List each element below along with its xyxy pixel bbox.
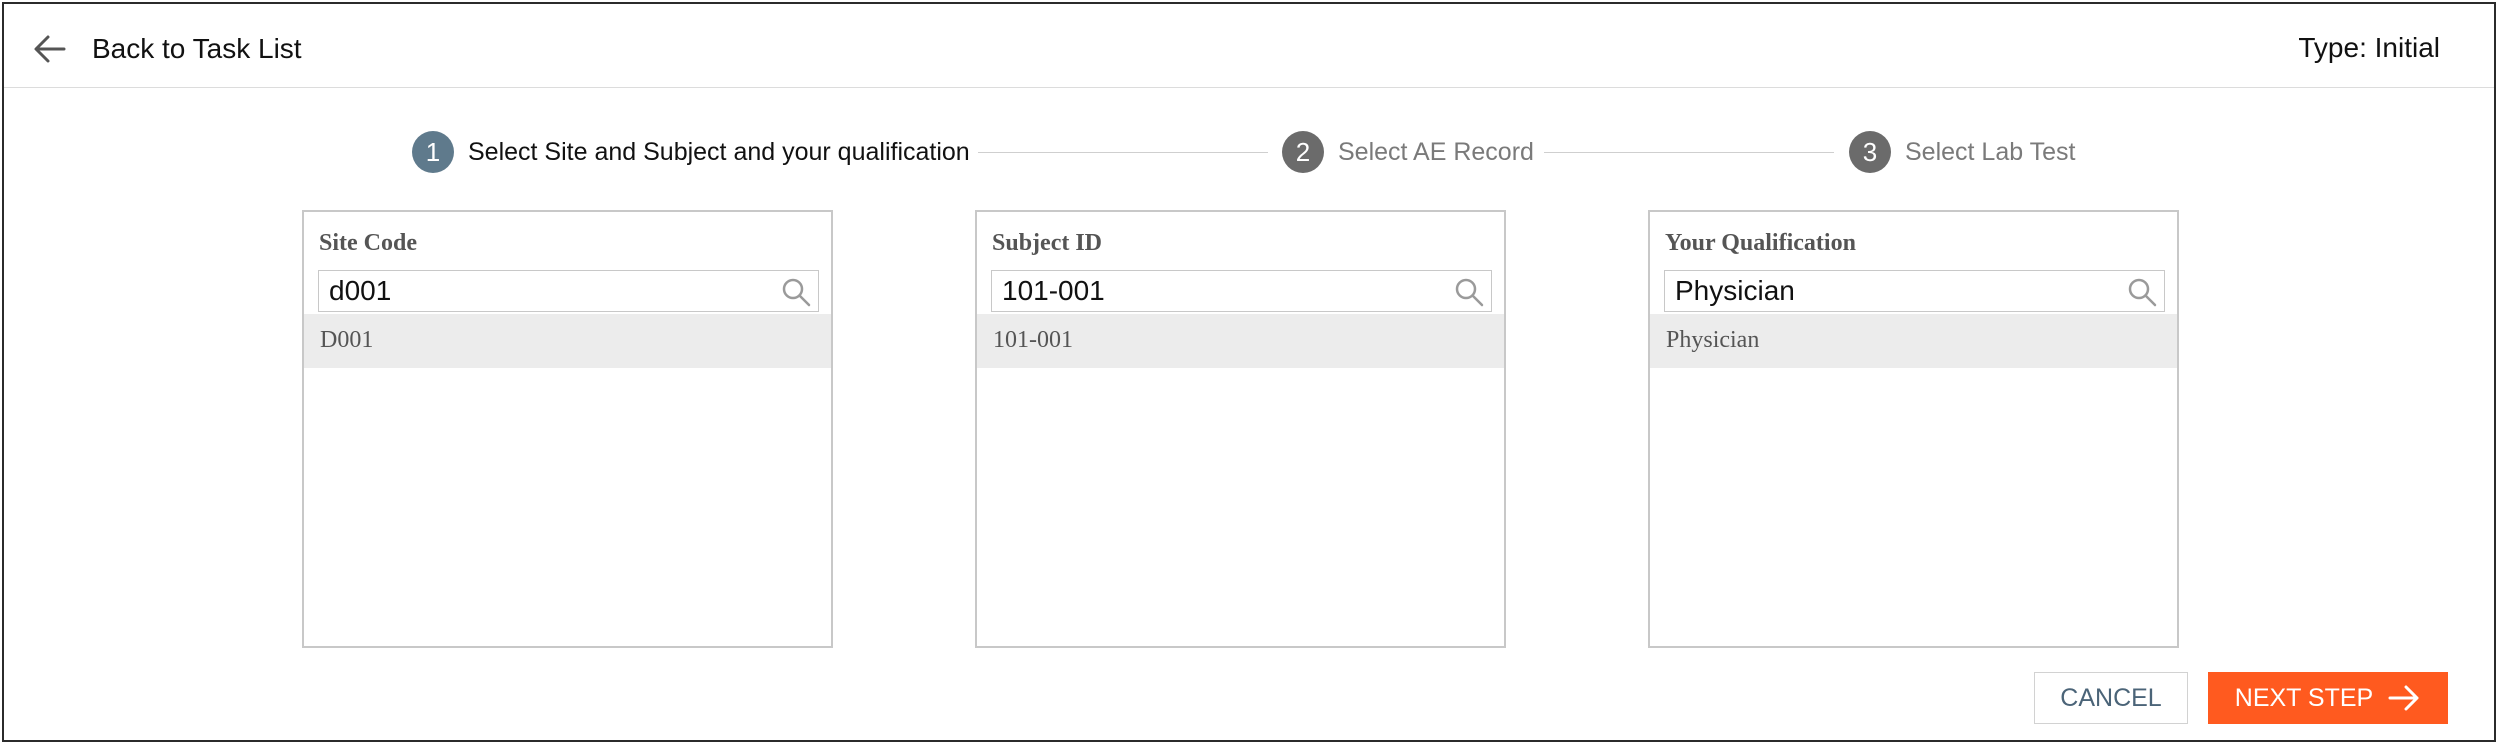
next-step-label: NEXT STEP xyxy=(2234,683,2374,712)
type-label: Type: Initial xyxy=(2298,32,2440,63)
result-label: Physician xyxy=(1666,327,1760,353)
next-step-button[interactable]: NEXT STEP xyxy=(2208,672,2448,724)
back-label: Back to Task List xyxy=(92,33,302,64)
app-window: Back to Task List Type: Initial 1 Select… xyxy=(2,2,2496,742)
step-number: 3 xyxy=(1849,131,1891,173)
cancel-label: CANCEL xyxy=(2060,683,2162,712)
qualification-search xyxy=(1664,270,2165,312)
step-label: Select AE Record xyxy=(1338,137,1534,166)
site-code-search xyxy=(318,270,819,312)
step-number: 1 xyxy=(412,131,454,173)
qualification-search-input[interactable] xyxy=(1665,271,2115,311)
step-1: 1 Select Site and Subject and your quali… xyxy=(412,128,970,176)
stepper: 1 Select Site and Subject and your quali… xyxy=(4,128,2494,176)
list-item[interactable]: D001 xyxy=(304,314,831,368)
list-item[interactable]: Physician xyxy=(1650,314,2177,368)
step-label: Select Lab Test xyxy=(1905,137,2076,166)
arrow-right-icon xyxy=(2388,685,2419,711)
result-label: 101-001 xyxy=(993,327,1073,353)
panel-title: Your Qualification xyxy=(1665,230,1856,256)
subject-id-search-input[interactable] xyxy=(992,271,1442,311)
step-2: 2 Select AE Record xyxy=(1282,128,1534,176)
page-header: Back to Task List Type: Initial xyxy=(4,4,2494,88)
site-code-search-input[interactable] xyxy=(319,271,769,311)
search-icon[interactable] xyxy=(1453,276,1485,308)
search-icon[interactable] xyxy=(2126,276,2158,308)
list-item[interactable]: 101-001 xyxy=(977,314,1504,368)
step-connector xyxy=(1544,152,1834,153)
arrow-left-icon xyxy=(34,35,66,63)
cancel-button[interactable]: CANCEL xyxy=(2034,672,2188,724)
panel-title: Site Code xyxy=(319,230,417,256)
step-number: 2 xyxy=(1282,131,1324,173)
step-connector xyxy=(978,152,1268,153)
step-label: Select Site and Subject and your qualifi… xyxy=(468,137,970,166)
back-to-task-list-link[interactable]: Back to Task List xyxy=(32,32,302,66)
subject-id-panel: Subject ID 101-001 xyxy=(975,210,1506,648)
result-label: D001 xyxy=(320,327,374,353)
step-3: 3 Select Lab Test xyxy=(1849,128,2075,176)
panel-title: Subject ID xyxy=(992,230,1103,256)
qualification-panel: Your Qualification Physician xyxy=(1648,210,2179,648)
search-icon[interactable] xyxy=(780,276,812,308)
site-code-panel: Site Code D001 xyxy=(302,210,833,648)
subject-id-search xyxy=(991,270,1492,312)
